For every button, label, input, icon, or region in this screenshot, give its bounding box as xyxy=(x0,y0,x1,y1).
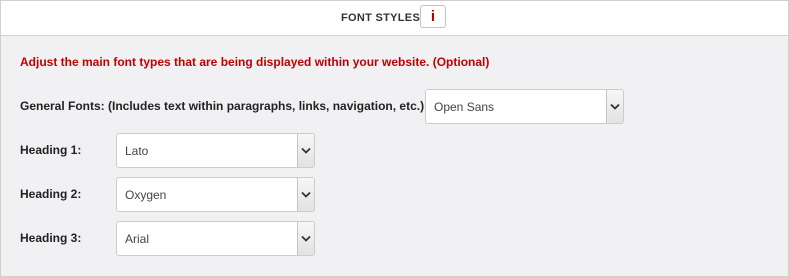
heading-2-value: Oxygen xyxy=(125,188,167,202)
info-button[interactable]: i xyxy=(420,5,446,28)
font-styles-panel: FONT STYLES i Adjust the main font types… xyxy=(0,0,789,277)
heading-3-label: Heading 3: xyxy=(20,231,82,245)
chevron-down-icon xyxy=(297,222,314,255)
info-icon: i xyxy=(430,8,436,25)
chevron-down-icon xyxy=(606,90,623,123)
intro-text: Adjust the main font types that are bein… xyxy=(20,55,490,69)
heading-3-value: Arial xyxy=(125,232,150,246)
panel-title: FONT STYLES xyxy=(341,12,421,24)
heading-1-select[interactable]: Lato xyxy=(116,133,315,168)
chevron-down-icon xyxy=(297,134,314,167)
general-fonts-value: Open Sans xyxy=(434,100,495,114)
panel-header: FONT STYLES i xyxy=(1,1,788,36)
heading-1-value: Lato xyxy=(125,144,149,158)
heading-2-select[interactable]: Oxygen xyxy=(116,177,315,212)
heading-1-label: Heading 1: xyxy=(20,143,82,157)
general-fonts-label: General Fonts: (Includes text within par… xyxy=(20,99,425,113)
general-fonts-select[interactable]: Open Sans xyxy=(425,89,624,124)
heading-3-select[interactable]: Arial xyxy=(116,221,315,256)
chevron-down-icon xyxy=(297,178,314,211)
heading-2-label: Heading 2: xyxy=(20,187,82,201)
